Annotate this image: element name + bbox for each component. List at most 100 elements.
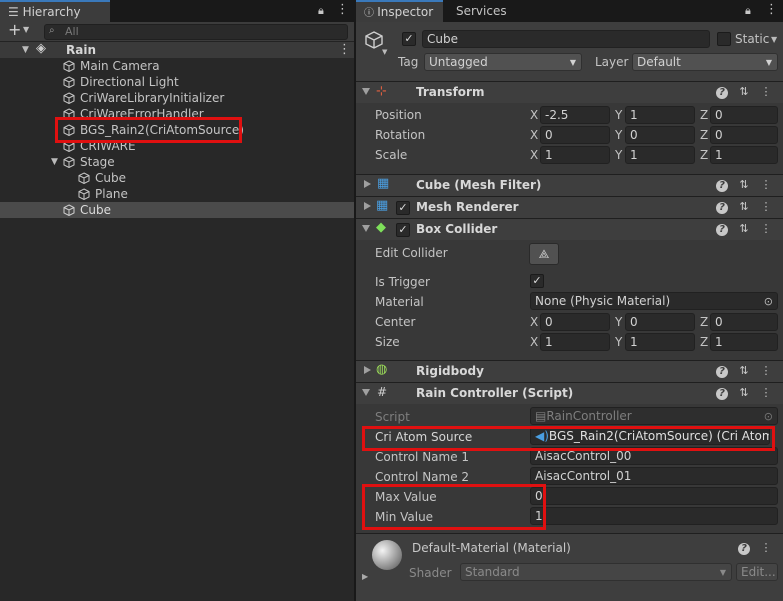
- shader-label: Shader: [409, 566, 452, 580]
- fold-arrow-icon[interactable]: ▼: [22, 42, 29, 58]
- fold-arrow-icon[interactable]: ▼: [51, 154, 58, 170]
- rigidbody-header[interactable]: ◍ Rigidbody ? ⇅ ⋮: [356, 360, 783, 382]
- fold-arrow-icon[interactable]: [362, 389, 370, 396]
- search-input[interactable]: ⌕ All: [44, 24, 348, 40]
- mesh-filter-header[interactable]: ▦ Cube (Mesh Filter) ? ⇅ ⋮: [356, 174, 783, 196]
- mesh-renderer-header[interactable]: ▦ ✓ Mesh Renderer ? ⇅ ⋮: [356, 196, 783, 218]
- help-icon[interactable]: ?: [711, 85, 733, 99]
- rotation-x-field[interactable]: 0: [540, 126, 610, 144]
- box-collider-header[interactable]: ◆ ✓ Box Collider ? ⇅ ⋮: [356, 218, 783, 240]
- gameobject-icon: [78, 188, 90, 200]
- enabled-checkbox[interactable]: ✓: [396, 201, 410, 215]
- lock-icon[interactable]: 🔒︎: [745, 4, 751, 18]
- help-icon[interactable]: ?: [711, 386, 733, 400]
- object-name-field[interactable]: Cube: [422, 30, 710, 48]
- presets-icon[interactable]: ⇅: [733, 364, 755, 377]
- inspector-tabbar: ⓘ Inspector Services 🔒︎ ⋮: [356, 0, 783, 22]
- presets-icon[interactable]: ⇅: [733, 386, 755, 399]
- scene-row[interactable]: ▼ ◈ Rain ⋮: [0, 41, 354, 58]
- script-file-icon: ▤: [535, 409, 547, 423]
- active-checkbox[interactable]: ✓: [402, 32, 416, 46]
- component-menu-icon[interactable]: ⋮: [755, 178, 777, 191]
- static-checkbox[interactable]: [717, 32, 731, 46]
- is-trigger-checkbox[interactable]: ✓: [530, 274, 544, 288]
- size-x-field[interactable]: 1: [540, 333, 610, 351]
- list-item[interactable]: CriWareErrorHandler: [0, 106, 354, 122]
- fold-arrow-icon[interactable]: [362, 88, 370, 95]
- transform-header[interactable]: ⊹ Transform ? ⇅ ⋮: [356, 81, 783, 103]
- scale-z-field[interactable]: 1: [710, 146, 778, 164]
- help-icon[interactable]: ?: [711, 222, 733, 236]
- shader-dropdown[interactable]: Standard ▼: [460, 563, 732, 581]
- position-x-field[interactable]: -2.5: [540, 106, 610, 124]
- fold-arrow-icon[interactable]: ▶: [362, 572, 368, 581]
- list-item[interactable]: Directional Light: [0, 74, 354, 90]
- center-z-field[interactable]: 0: [710, 313, 778, 331]
- list-item[interactable]: CriWareLibraryInitializer: [0, 90, 354, 106]
- rain-controller-header[interactable]: # Rain Controller (Script) ? ⇅ ⋮: [356, 382, 783, 404]
- list-item[interactable]: CRIWARE: [0, 138, 354, 154]
- control-name-2-field[interactable]: AisacControl_01: [530, 467, 778, 485]
- inspector-panel: ⓘ Inspector Services 🔒︎ ⋮ ▼ ✓ Cube Stati…: [356, 0, 783, 601]
- help-icon[interactable]: ?: [733, 541, 755, 555]
- help-icon[interactable]: ?: [711, 178, 733, 192]
- rotation-z-field[interactable]: 0: [710, 126, 778, 144]
- component-menu-icon[interactable]: ⋮: [755, 85, 777, 98]
- component-menu-icon[interactable]: ⋮: [755, 200, 777, 213]
- fold-arrow-icon[interactable]: [364, 366, 371, 374]
- scale-y-field[interactable]: 1: [625, 146, 695, 164]
- object-picker-icon[interactable]: ⊙: [764, 293, 773, 309]
- center-y-field[interactable]: 0: [625, 313, 695, 331]
- component-menu-icon[interactable]: ⋮: [755, 386, 777, 399]
- max-value-field[interactable]: 0: [530, 487, 778, 505]
- more-menu-icon[interactable]: ⋮: [765, 2, 778, 17]
- fold-arrow-icon[interactable]: [364, 202, 371, 210]
- center-x-field[interactable]: 0: [540, 313, 610, 331]
- presets-icon[interactable]: ⇅: [733, 178, 755, 191]
- add-button[interactable]: +: [8, 20, 21, 39]
- help-icon[interactable]: ?: [711, 200, 733, 214]
- min-value-field[interactable]: 1: [530, 507, 778, 525]
- list-item[interactable]: Plane: [0, 186, 354, 202]
- fold-arrow-icon[interactable]: [362, 225, 370, 232]
- scale-x-field[interactable]: 1: [540, 146, 610, 164]
- component-menu-icon[interactable]: ⋮: [755, 364, 777, 377]
- control-name-1-field[interactable]: AisacControl_00: [530, 447, 778, 465]
- chevron-down-icon[interactable]: ▼: [771, 35, 777, 44]
- axis-y-label: Y: [615, 128, 623, 142]
- presets-icon[interactable]: ⇅: [733, 85, 755, 98]
- layer-dropdown[interactable]: Default ▼: [632, 53, 778, 71]
- rotation-y-field[interactable]: 0: [625, 126, 695, 144]
- position-z-field[interactable]: 0: [710, 106, 778, 124]
- list-item[interactable]: BGS_Rain2(CriAtomSource): [0, 122, 354, 138]
- size-y-field[interactable]: 1: [625, 333, 695, 351]
- tab-hierarchy[interactable]: ☰ Hierarchy: [0, 0, 110, 22]
- presets-icon[interactable]: ⇅: [733, 222, 755, 235]
- enabled-checkbox[interactable]: ✓: [396, 223, 410, 237]
- list-item[interactable]: ▼ Stage: [0, 154, 354, 170]
- fold-arrow-icon[interactable]: [364, 180, 371, 188]
- more-menu-icon[interactable]: ⋮: [336, 2, 349, 17]
- component-title: Cube (Mesh Filter): [416, 178, 542, 192]
- rigidbody-icon: ◍: [376, 362, 388, 377]
- component-menu-icon[interactable]: ⋮: [755, 541, 777, 554]
- edit-collider-button[interactable]: ⟁: [529, 243, 559, 265]
- help-icon[interactable]: ?: [711, 364, 733, 378]
- tag-dropdown[interactable]: Untagged ▼: [424, 53, 582, 71]
- component-menu-icon[interactable]: ⋮: [755, 222, 777, 235]
- tab-inspector[interactable]: ⓘ Inspector: [356, 0, 443, 22]
- shader-edit-button[interactable]: Edit...: [736, 563, 778, 581]
- list-item[interactable]: Cube: [0, 170, 354, 186]
- list-item-selected[interactable]: Cube: [0, 202, 354, 218]
- size-z-field[interactable]: 1: [710, 333, 778, 351]
- presets-icon[interactable]: ⇅: [733, 200, 755, 213]
- list-item[interactable]: Main Camera: [0, 58, 354, 74]
- scene-menu-icon[interactable]: ⋮: [338, 42, 351, 58]
- chevron-down-icon[interactable]: ▼: [382, 48, 387, 56]
- material-field[interactable]: None (Physic Material) ⊙: [530, 292, 778, 310]
- position-y-field[interactable]: 1: [625, 106, 695, 124]
- tab-services[interactable]: Services: [448, 0, 518, 22]
- chevron-down-icon[interactable]: ▼: [23, 25, 29, 34]
- cri-atom-source-field[interactable]: ◀)BGS_Rain2(CriAtomSource) (Cri Atom S: [530, 427, 770, 445]
- lock-icon[interactable]: 🔒︎: [318, 4, 324, 18]
